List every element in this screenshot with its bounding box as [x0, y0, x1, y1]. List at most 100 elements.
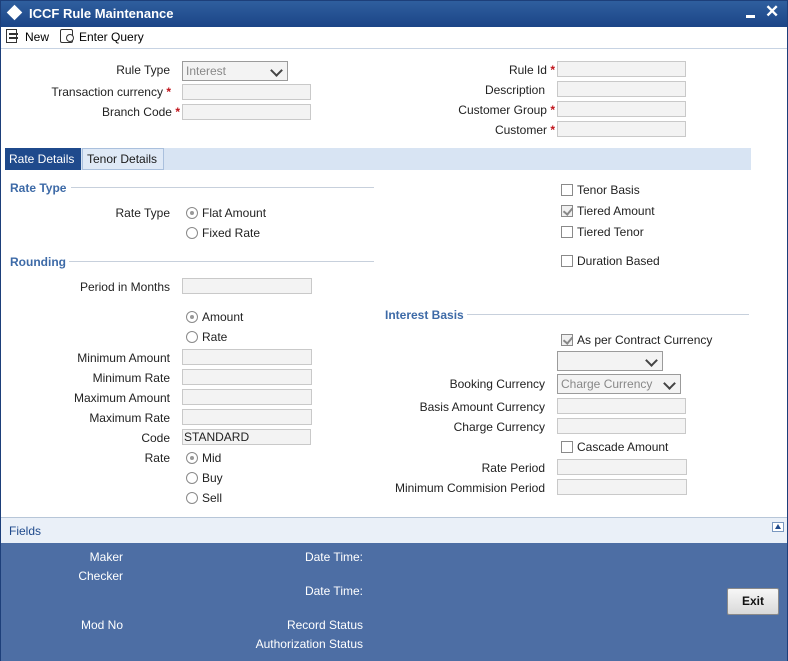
radio-rounding-amount[interactable]: Amount — [186, 309, 266, 325]
booking-currency-label: Booking Currency — [449, 377, 545, 391]
customer-field[interactable] — [557, 121, 686, 137]
maximum-rate-label: Maximum Rate — [89, 411, 170, 425]
checker-date-time-label: Date Time: — [304, 584, 363, 598]
minimize-icon[interactable] — [745, 6, 757, 20]
authorization-status-label: Authorization Status — [255, 637, 363, 651]
booking-currency-value: Charge Currency — [561, 377, 653, 391]
minimum-amount-label: Minimum Amount — [77, 351, 170, 365]
title-bar: ICCF Rule Maintenance ✕ — [1, 1, 787, 27]
rate-period-field[interactable] — [557, 459, 687, 475]
transaction-currency-label: Transaction currency * — [51, 85, 171, 99]
checkbox-box — [561, 255, 573, 267]
rate-type-divider — [71, 187, 374, 188]
checker-label: Checker — [78, 569, 123, 583]
transaction-currency-field[interactable] — [182, 84, 311, 100]
maximum-rate-field[interactable] — [182, 409, 312, 425]
radio-dot — [186, 311, 198, 323]
radio-flat-amount[interactable]: Flat Amount — [186, 205, 276, 221]
iccf-rule-maintenance-window: ICCF Rule Maintenance ✕ New Enter Query … — [0, 0, 788, 661]
checkbox-box — [561, 334, 573, 346]
radio-dot — [186, 331, 198, 343]
radio-rate-mid[interactable]: Mid — [186, 450, 246, 466]
minimum-rate-field[interactable] — [182, 369, 312, 385]
maximum-amount-label: Maximum Amount — [73, 391, 170, 405]
period-in-months-label: Period in Months — [79, 280, 170, 294]
rounding-section-title: Rounding — [10, 255, 66, 269]
radio-dot — [186, 227, 198, 239]
audit-footer: Maker Checker Mod No Date Time: Date Tim… — [1, 543, 787, 661]
mod-no-label: Mod No — [80, 618, 123, 632]
enter-query-label: Enter Query — [79, 30, 144, 44]
collapse-up-icon[interactable] — [772, 522, 784, 532]
rule-type-value: Interest — [186, 64, 227, 78]
minimum-rate-label: Minimum Rate — [92, 371, 170, 385]
description-label: Description — [484, 83, 545, 97]
rate-period-label: Rate Period — [481, 461, 545, 475]
radio-fixed-rate[interactable]: Fixed Rate — [186, 225, 276, 241]
record-status-label: Record Status — [286, 618, 363, 632]
maximum-amount-field[interactable] — [182, 389, 312, 405]
minimum-commision-period-label: Minimum Commision Period — [394, 481, 545, 495]
window-title: ICCF Rule Maintenance — [29, 6, 174, 21]
checkbox-tenor-basis[interactable]: Tenor Basis — [561, 182, 681, 198]
maker-label: Maker — [89, 550, 123, 564]
customer-group-label: Customer Group * — [458, 103, 555, 117]
app-diamond-icon — [6, 4, 23, 21]
tab-strip: Rate Details Tenor Details — [5, 148, 751, 170]
checkbox-as-per-contract-currency[interactable]: As per Contract Currency — [561, 332, 731, 348]
fields-bar[interactable]: Fields — [1, 517, 787, 543]
toolbar: New Enter Query — [1, 27, 787, 49]
branch-code-field[interactable] — [182, 104, 311, 120]
interest-basis-select[interactable] — [557, 351, 663, 371]
checkbox-duration-based[interactable]: Duration Based — [561, 253, 681, 269]
minimum-amount-field[interactable] — [182, 349, 312, 365]
rate-label: Rate — [144, 451, 170, 465]
checkbox-cascade-amount[interactable]: Cascade Amount — [561, 439, 691, 455]
code-label: Code — [141, 431, 170, 445]
rule-type-label: Rule Type — [116, 63, 170, 77]
period-in-months-field[interactable] — [182, 278, 312, 294]
new-button-label: New — [25, 30, 50, 44]
enter-query-icon — [59, 29, 75, 43]
interest-basis-section-title: Interest Basis — [385, 308, 464, 322]
new-button[interactable]: New — [5, 29, 49, 47]
branch-code-label: Branch Code * — [101, 105, 180, 119]
charge-currency-label: Charge Currency — [453, 420, 545, 434]
checkbox-tiered-tenor[interactable]: Tiered Tenor — [561, 224, 681, 240]
checkbox-box — [561, 441, 573, 453]
checkbox-box — [561, 184, 573, 196]
chevron-down-icon — [646, 356, 658, 366]
radio-rate-sell[interactable]: Sell — [186, 490, 246, 506]
basis-amount-currency-field[interactable] — [557, 398, 686, 414]
close-icon[interactable]: ✕ — [765, 2, 779, 22]
code-field[interactable]: STANDARD — [182, 429, 311, 445]
rate-type-label: Rate Type — [115, 206, 170, 220]
checkbox-box — [561, 226, 573, 238]
new-document-icon — [5, 29, 21, 43]
exit-button[interactable]: Exit — [727, 588, 779, 615]
fields-link[interactable]: Fields — [9, 524, 41, 538]
rounding-divider — [69, 261, 374, 262]
chevron-down-icon — [271, 66, 283, 76]
charge-currency-field[interactable] — [557, 418, 686, 434]
radio-rate-buy[interactable]: Buy — [186, 470, 246, 486]
minimum-commision-period-field[interactable] — [557, 479, 687, 495]
radio-dot — [186, 207, 198, 219]
checkbox-tiered-amount[interactable]: Tiered Amount — [561, 203, 681, 219]
chevron-down-icon — [664, 379, 676, 389]
checkbox-box — [561, 205, 573, 217]
customer-group-field[interactable] — [557, 101, 686, 117]
tab-rate-details[interactable]: Rate Details — [5, 148, 81, 170]
radio-dot — [186, 472, 198, 484]
rule-type-select[interactable]: Interest — [182, 61, 288, 81]
maker-date-time-label: Date Time: — [304, 550, 363, 564]
radio-dot — [186, 452, 198, 464]
tab-tenor-details[interactable]: Tenor Details — [82, 148, 164, 170]
rule-id-field[interactable] — [557, 61, 686, 77]
customer-label: Customer * — [494, 123, 555, 137]
booking-currency-select[interactable]: Charge Currency — [557, 374, 681, 394]
description-field[interactable] — [557, 81, 686, 97]
rule-id-label: Rule Id * — [508, 63, 555, 77]
radio-rounding-rate[interactable]: Rate — [186, 329, 266, 345]
enter-query-button[interactable]: Enter Query — [59, 29, 144, 47]
